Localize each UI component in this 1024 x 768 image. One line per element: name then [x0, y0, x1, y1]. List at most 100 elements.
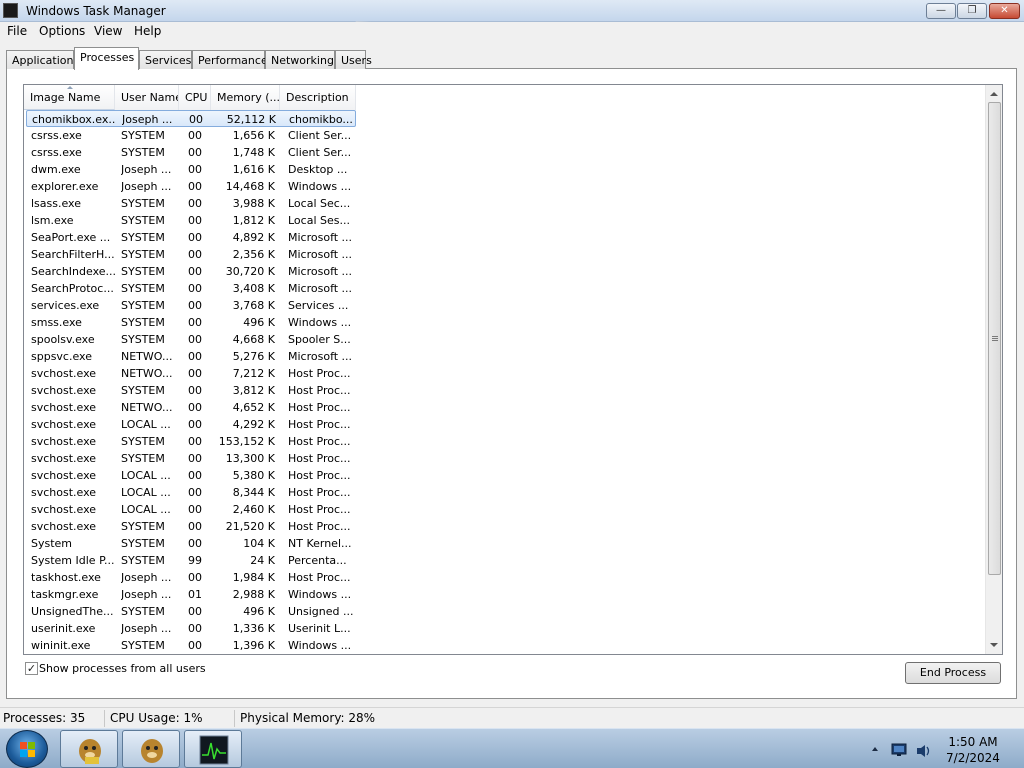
table-row[interactable]: wininit.exe SYSTEM 00 1,396 K Windows ... [26, 637, 356, 654]
cell-cpu: 00 [188, 350, 202, 363]
table-row[interactable]: svchost.exe NETWO... 00 4,652 K Host Proc... [26, 399, 356, 416]
cell-description: chomikbo... [289, 113, 353, 126]
taskbar-chomikbox-button[interactable] [60, 730, 118, 768]
maximize-button[interactable]: ❐ [957, 3, 987, 19]
cell-memory: 153,152 K [218, 435, 275, 448]
table-row[interactable]: dwm.exe Joseph ... 00 1,616 K Desktop ... [26, 161, 356, 178]
table-row[interactable]: System SYSTEM 00 104 K NT Kernel... [26, 535, 356, 552]
tab-users[interactable]: Users [335, 50, 372, 69]
tab-processes[interactable]: Processes [74, 47, 139, 70]
cell-memory: 13,300 K [225, 452, 275, 465]
scroll-up-icon[interactable] [990, 92, 998, 96]
table-row[interactable]: svchost.exe SYSTEM 00 3,812 K Host Proc... [26, 382, 356, 399]
cell-user-name: Joseph ... [121, 622, 172, 635]
cell-memory: 2,988 K [232, 588, 275, 601]
table-row[interactable]: svchost.exe SYSTEM 00 153,152 K Host Proc... [26, 433, 356, 450]
cell-cpu: 00 [188, 401, 202, 414]
menu-options[interactable]: Options [39, 24, 85, 38]
cell-cpu: 00 [188, 316, 202, 329]
scroll-thumb[interactable] [988, 102, 1001, 575]
cell-memory: 3,408 K [232, 282, 275, 295]
cell-cpu: 00 [188, 299, 202, 312]
cell-image-name: SeaPort.exe ... [31, 231, 111, 244]
table-row[interactable]: SearchIndexe... SYSTEM 00 30,720 K Microsoft… [26, 263, 356, 280]
table-row[interactable]: spoolsv.exe SYSTEM 00 4,668 K Spooler S... [26, 331, 356, 348]
scroll-down-icon[interactable] [990, 643, 998, 647]
table-row[interactable]: UnsignedThe... SYSTEM 00 496 K Unsigned ... [26, 603, 356, 620]
column-description[interactable]: Description [280, 85, 356, 110]
table-row[interactable]: csrss.exe SYSTEM 00 1,748 K Client Ser... [26, 144, 356, 161]
cell-cpu: 00 [188, 452, 202, 465]
table-row[interactable]: sppsvc.exe NETWO... 00 5,276 K Microsoft ... [26, 348, 356, 365]
table-row[interactable]: lsass.exe SYSTEM 00 3,988 K Local Sec... [26, 195, 356, 212]
cell-image-name: System Idle P... [31, 554, 115, 567]
network-icon[interactable] [891, 743, 907, 757]
cell-description: Microsoft ... [288, 282, 353, 295]
table-row[interactable]: System Idle P... SYSTEM 99 24 K Percenta... [26, 552, 356, 569]
taskbar-chomikbox-button-2[interactable] [122, 730, 180, 768]
table-row[interactable]: userinit.exe Joseph ... 00 1,336 K Userinit … [26, 620, 356, 637]
table-row[interactable]: lsm.exe SYSTEM 00 1,812 K Local Ses... [26, 212, 356, 229]
table-row[interactable]: taskmgr.exe Joseph ... 01 2,988 K Windows ..… [26, 586, 356, 603]
vertical-scrollbar[interactable] [985, 85, 1002, 654]
title-bar: Windows Task Manager — ❐ ✕ [0, 0, 1024, 40]
table-row[interactable]: chomikbox.ex... Joseph ... 00 52,112 K chomi… [26, 110, 356, 127]
cell-memory: 52,112 K [226, 113, 276, 126]
tab-performance[interactable]: Performance [192, 50, 268, 69]
cell-user-name: SYSTEM [121, 554, 165, 567]
cell-description: NT Kernel... [288, 537, 352, 550]
table-row[interactable]: svchost.exe LOCAL ... 00 2,460 K Host Proc..… [26, 501, 356, 518]
table-row[interactable]: SeaPort.exe ... SYSTEM 00 4,892 K Microsoft … [26, 229, 356, 246]
clock-time: 1:50 AM [948, 735, 998, 749]
table-row[interactable]: taskhost.exe Joseph ... 00 1,984 K Host Proc… [26, 569, 356, 586]
tab-networking[interactable]: Networking [265, 50, 335, 69]
cell-memory: 1,616 K [232, 163, 275, 176]
close-button[interactable]: ✕ [989, 3, 1020, 19]
table-row[interactable]: svchost.exe NETWO... 00 7,212 K Host Proc... [26, 365, 356, 382]
table-row[interactable]: svchost.exe SYSTEM 00 13,300 K Host Proc... [26, 450, 356, 467]
start-button[interactable] [6, 730, 48, 768]
menu-help[interactable]: Help [134, 24, 161, 38]
process-list[interactable]: Image Name User Name CPU Memory (... Des… [23, 84, 1003, 655]
table-row[interactable]: svchost.exe LOCAL ... 00 5,380 K Host Proc..… [26, 467, 356, 484]
clock-date: 7/2/2024 [946, 751, 1000, 765]
minimize-button[interactable]: — [926, 3, 956, 19]
end-process-button[interactable]: End Process [905, 662, 1001, 684]
table-row[interactable]: svchost.exe LOCAL ... 00 8,344 K Host Proc..… [26, 484, 356, 501]
status-cpu: CPU Usage: 1% [110, 711, 203, 725]
cell-user-name: SYSTEM [121, 265, 165, 278]
show-all-users-label[interactable]: Show processes from all users [39, 662, 206, 675]
table-row[interactable]: SearchFilterH... SYSTEM 00 2,356 K Microsoft… [26, 246, 356, 263]
list-header: Image Name User Name CPU Memory (... Des… [24, 85, 984, 110]
table-row[interactable]: smss.exe SYSTEM 00 496 K Windows ... [26, 314, 356, 331]
tray-arrow-icon[interactable] [872, 747, 878, 751]
cell-image-name: SearchProtoc... [31, 282, 114, 295]
menu-file[interactable]: File [7, 24, 27, 38]
tab-services[interactable]: Services [139, 50, 192, 69]
cell-description: Microsoft ... [288, 350, 353, 363]
menu-view[interactable]: View [94, 24, 122, 38]
cell-user-name: Joseph ... [121, 571, 172, 584]
table-row[interactable]: SearchProtoc... SYSTEM 00 3,408 K Microsoft … [26, 280, 356, 297]
volume-icon[interactable] [915, 743, 931, 759]
cell-image-name: svchost.exe [31, 520, 97, 533]
column-memory[interactable]: Memory (... [211, 85, 280, 110]
taskbar-task-manager-button[interactable] [184, 730, 242, 768]
table-row[interactable]: explorer.exe Joseph ... 00 14,468 K Windows … [26, 178, 356, 195]
cell-image-name: dwm.exe [31, 163, 81, 176]
table-row[interactable]: svchost.exe SYSTEM 00 21,520 K Host Proc... [26, 518, 356, 535]
cell-description: Host Proc... [288, 503, 351, 516]
cell-memory: 24 K [250, 554, 275, 567]
table-row[interactable]: csrss.exe SYSTEM 00 1,656 K Client Ser... [26, 127, 356, 144]
show-all-users-checkbox[interactable]: ✓ [25, 662, 38, 675]
table-row[interactable]: services.exe SYSTEM 00 3,768 K Services ... [26, 297, 356, 314]
column-image-name[interactable]: Image Name [24, 85, 115, 110]
cell-user-name: Joseph ... [121, 163, 172, 176]
table-row[interactable]: svchost.exe LOCAL ... 00 4,292 K Host Proc..… [26, 416, 356, 433]
cell-image-name: lsass.exe [31, 197, 81, 210]
cell-image-name: csrss.exe [31, 129, 82, 142]
taskbar-clock[interactable]: 1:50 AM 7/2/2024 [943, 734, 1003, 766]
column-cpu[interactable]: CPU [179, 85, 211, 110]
tab-applications[interactable]: Applications [6, 50, 79, 69]
column-user-name[interactable]: User Name [115, 85, 179, 110]
